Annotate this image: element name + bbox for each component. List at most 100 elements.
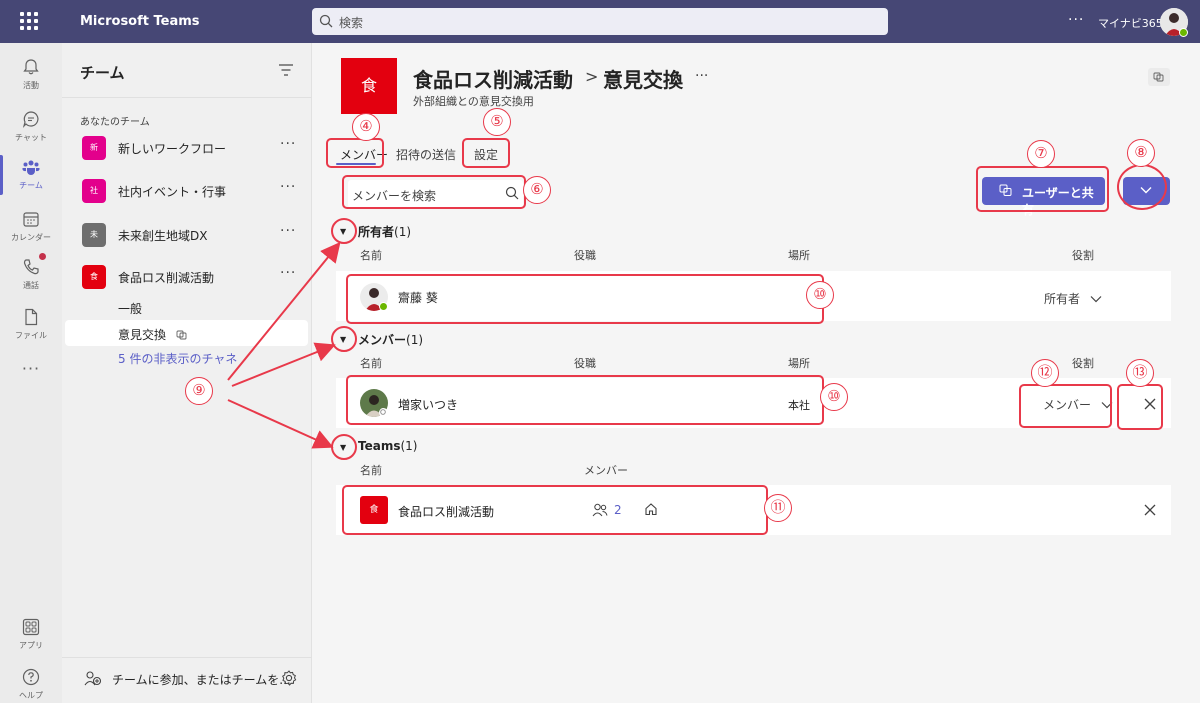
rail-label: アプリ bbox=[19, 641, 43, 650]
remove-team-icon[interactable] bbox=[1144, 504, 1156, 516]
teams-icon bbox=[22, 160, 40, 175]
rail-apps[interactable]: アプリ bbox=[0, 609, 62, 661]
channel-item[interactable]: 一般 bbox=[118, 300, 142, 317]
col-header-location: 場所 bbox=[788, 357, 810, 370]
annotation-box-search bbox=[342, 175, 526, 209]
main-content: 食 食品ロス削減活動 > 意見交換 ··· 外部組織との意見交換用 メンバー 招… bbox=[312, 43, 1200, 703]
col-header-title: 役職 bbox=[574, 357, 596, 370]
file-icon bbox=[25, 308, 38, 326]
rail-label: ファイル bbox=[15, 331, 47, 340]
more-options-icon[interactable]: ··· bbox=[280, 136, 296, 152]
team-name: 未来創生地域DX bbox=[118, 229, 208, 243]
section-label: あなたのチーム bbox=[80, 117, 150, 128]
annotation-number: ⑩ bbox=[806, 281, 834, 309]
team-tile: 未 bbox=[82, 223, 106, 247]
team-name: 食品ロス削減活動 bbox=[118, 271, 215, 285]
rail-help[interactable]: ヘルプ bbox=[0, 659, 62, 703]
team-tile: 新 bbox=[82, 136, 106, 160]
more-options-icon[interactable]: ··· bbox=[280, 223, 296, 239]
group-members-title: メンバー(1) bbox=[358, 331, 423, 348]
gear-icon[interactable] bbox=[280, 669, 298, 687]
more-options-icon[interactable]: ··· bbox=[280, 179, 296, 195]
col-header-name: 名前 bbox=[360, 464, 382, 477]
annotation-number: ⑥ bbox=[523, 176, 551, 204]
col-header-name: 名前 bbox=[360, 249, 382, 262]
annotation-box-member bbox=[346, 375, 824, 425]
help-icon bbox=[22, 668, 40, 686]
panel-title: チーム bbox=[80, 64, 125, 82]
presence-available-icon bbox=[1179, 28, 1188, 37]
annotation-number: ⑧ bbox=[1127, 139, 1155, 167]
apps-icon bbox=[22, 618, 40, 636]
rail-label: カレンダー bbox=[11, 233, 51, 242]
filter-icon[interactable] bbox=[278, 63, 294, 77]
rail-label: 活動 bbox=[23, 81, 39, 90]
role-dropdown[interactable]: 所有者 bbox=[1044, 290, 1102, 307]
rail-label: チャット bbox=[15, 133, 47, 142]
join-team-button[interactable]: チームに参加、またはチームを... bbox=[112, 671, 291, 688]
group-count: (1) bbox=[394, 225, 412, 239]
annotation-number: ⑩ bbox=[820, 383, 848, 411]
channel-item-active[interactable]: 意見交換 bbox=[118, 326, 188, 343]
rail-calls[interactable]: 通話 bbox=[0, 249, 62, 301]
team-item[interactable]: 未 未来創生地域DX ··· bbox=[62, 215, 312, 255]
team-name: 新しいワークフロー bbox=[118, 142, 227, 156]
annotation-box-team bbox=[342, 485, 768, 535]
team-title: 食品ロス削減活動 bbox=[413, 68, 573, 92]
search-placeholder: 検索 bbox=[339, 16, 364, 30]
app-launcher-icon[interactable] bbox=[20, 12, 38, 30]
more-apps-icon[interactable]: ··· bbox=[0, 359, 62, 378]
col-header-location: 場所 bbox=[788, 249, 810, 262]
col-header-role: 役割 bbox=[1072, 357, 1094, 370]
rail-activity[interactable]: 活動 bbox=[0, 49, 62, 101]
annotation-number: ④ bbox=[352, 113, 380, 141]
chevron-down-icon bbox=[1090, 296, 1102, 303]
phone-icon bbox=[23, 259, 39, 275]
global-search[interactable]: 検索 bbox=[312, 8, 888, 35]
more-options-icon[interactable]: ··· bbox=[1068, 12, 1084, 28]
more-options-icon[interactable]: ··· bbox=[280, 265, 296, 281]
rail-teams[interactable]: チーム bbox=[0, 149, 62, 201]
bell-icon bbox=[23, 59, 39, 75]
team-item[interactable]: 新 新しいワークフロー ··· bbox=[62, 128, 312, 168]
join-team-icon[interactable] bbox=[84, 670, 102, 686]
more-options-icon[interactable]: ··· bbox=[695, 68, 708, 84]
breadcrumb-separator-icon: > bbox=[585, 67, 599, 86]
group-teams-title: Teams(1) bbox=[358, 439, 417, 453]
group-title-text: Teams bbox=[358, 439, 401, 453]
app-rail: 活動 チャット チーム カレンダー 通話 ファイル ··· アプリ ヘルプ bbox=[0, 43, 62, 703]
rail-files[interactable]: ファイル bbox=[0, 299, 62, 351]
annotation-circle-toggle bbox=[331, 434, 357, 460]
team-item[interactable]: 社 社内イベント・行事 ··· bbox=[62, 171, 312, 211]
team-avatar-tile: 食 bbox=[341, 58, 397, 114]
annotation-circle-dropdown bbox=[1117, 164, 1167, 210]
rail-label: チーム bbox=[19, 181, 43, 190]
chat-icon bbox=[22, 111, 39, 128]
annotation-number: ⑤ bbox=[483, 108, 511, 136]
rail-calendar[interactable]: カレンダー bbox=[0, 201, 62, 253]
team-name: 社内イベント・行事 bbox=[118, 185, 227, 199]
app-title: Microsoft Teams bbox=[80, 14, 200, 29]
rail-label: ヘルプ bbox=[19, 691, 43, 700]
tab-pending-invites[interactable]: 招待の送信 bbox=[396, 146, 456, 163]
team-item[interactable]: 食 食品ロス削減活動 ··· bbox=[62, 257, 312, 297]
org-name[interactable]: マイナビ365 bbox=[1098, 15, 1163, 31]
shared-channel-button[interactable] bbox=[1148, 68, 1170, 86]
group-count: (1) bbox=[400, 439, 418, 453]
team-tile: 食 bbox=[82, 265, 106, 289]
rail-label: 通話 bbox=[23, 281, 39, 290]
rail-chat[interactable]: チャット bbox=[0, 101, 62, 153]
team-tile: 社 bbox=[82, 179, 106, 203]
col-header-name: 名前 bbox=[360, 357, 382, 370]
shared-channel-icon bbox=[176, 330, 187, 340]
channel-title: 意見交換 bbox=[603, 68, 683, 92]
channel-label: 意見交換 bbox=[118, 328, 167, 342]
notification-badge bbox=[39, 253, 46, 260]
hidden-channels-link[interactable]: 5 件の非表示のチャネル bbox=[118, 350, 238, 367]
role-label: 所有者 bbox=[1044, 292, 1081, 306]
annotation-box-members-tab bbox=[326, 138, 384, 168]
annotation-box-share bbox=[976, 166, 1109, 212]
annotation-number: ⑪ bbox=[764, 494, 792, 522]
annotation-number: ⑫ bbox=[1031, 359, 1059, 387]
annotation-box-owner bbox=[346, 274, 824, 324]
